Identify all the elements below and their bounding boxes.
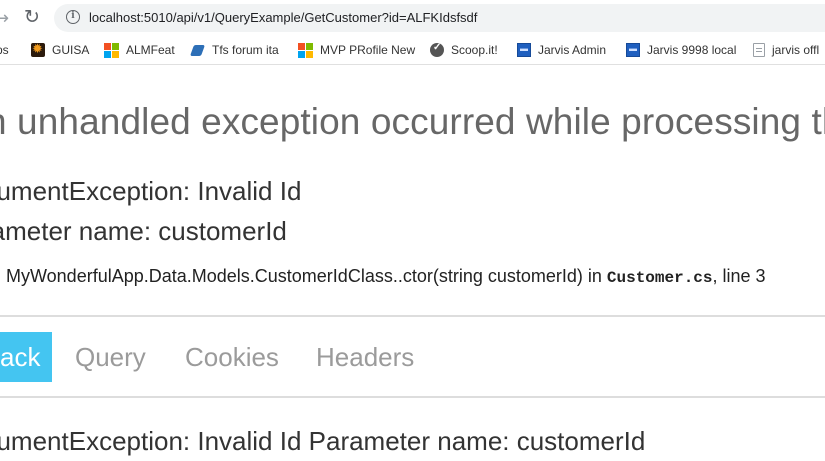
bookmark-label: MVP PRofile New — [320, 43, 416, 57]
bookmark-label: Scoop.it! — [451, 43, 498, 57]
tfs-icon — [191, 43, 205, 57]
reload-icon[interactable]: ↻ — [24, 6, 40, 28]
microsoft-icon — [104, 42, 119, 58]
guisa-icon — [31, 41, 45, 57]
bookmark-label: Tfs forum ita — [212, 43, 279, 57]
address-bar-row: → ↻ i localhost:5010/api/v1/QueryExample… — [0, 0, 825, 36]
bookmark-jarvis-offline[interactable]: jarvis offl — [753, 42, 819, 58]
bookmark-label: ps — [0, 43, 9, 57]
microsoft-icon — [298, 42, 313, 58]
bookmark-label: Jarvis Admin — [538, 43, 607, 57]
jarvis-icon — [517, 43, 531, 57]
bookmark-jarvis-local[interactable]: Jarvis 9998 local — [626, 42, 736, 58]
bookmark-scoopit[interactable]: Scoop.it! — [430, 42, 498, 58]
error-page: n unhandled exception occurred while pro… — [0, 65, 825, 461]
divider — [0, 396, 825, 398]
location-file: Customer.cs — [606, 269, 713, 287]
url-text[interactable]: localhost:5010/api/v1/QueryExample/GetCu… — [89, 10, 477, 25]
omnibox[interactable]: i localhost:5010/api/v1/QueryExample/Get… — [54, 4, 825, 32]
exception-parameter: rameter name: customerId — [0, 216, 287, 246]
tab-stack[interactable]: ack — [0, 332, 52, 382]
divider — [0, 315, 825, 317]
bookmark-jarvis-admin[interactable]: Jarvis Admin — [517, 42, 606, 58]
jarvis-icon — [626, 43, 640, 57]
tab-query[interactable]: Query — [75, 332, 146, 382]
bookmark-label: jarvis offl — [772, 43, 820, 57]
page-icon — [753, 43, 765, 57]
stack-exception-message: gumentException: Invalid Id Parameter na… — [0, 426, 646, 456]
bookmarks-bar: ps GUISA ALMFeat Tfs forum ita MVP PRofi… — [0, 36, 825, 65]
bookmark-apps[interactable]: ps — [0, 42, 9, 58]
bookmark-tfs-forum[interactable]: Tfs forum ita — [191, 42, 279, 58]
site-info-icon[interactable]: i — [66, 10, 80, 24]
bookmark-label: Jarvis 9998 local — [647, 43, 737, 57]
bookmark-guisa[interactable]: GUISA — [31, 41, 90, 58]
page-title: n unhandled exception occurred while pro… — [0, 101, 825, 142]
scoopit-icon — [430, 42, 444, 57]
tab-cookies[interactable]: Cookies — [185, 332, 279, 382]
forward-arrow-icon[interactable]: → — [0, 8, 9, 29]
bookmark-label: GUISA — [52, 43, 90, 57]
error-tabs: ack Query Cookies Headers — [0, 332, 825, 382]
exception-location: MyWonderfulApp.Data.Models.CustomerIdCla… — [6, 266, 766, 287]
bookmark-mvp-profile[interactable]: MVP PRofile New — [298, 42, 415, 58]
tab-headers[interactable]: Headers — [316, 332, 414, 382]
exception-type: gumentException: Invalid Id — [0, 176, 302, 206]
location-line: , line 3 — [712, 266, 766, 286]
location-method: MyWonderfulApp.Data.Models.CustomerIdCla… — [6, 266, 607, 286]
bookmark-label: ALMFeat — [126, 43, 175, 57]
bookmark-almfeat[interactable]: ALMFeat — [104, 42, 175, 58]
